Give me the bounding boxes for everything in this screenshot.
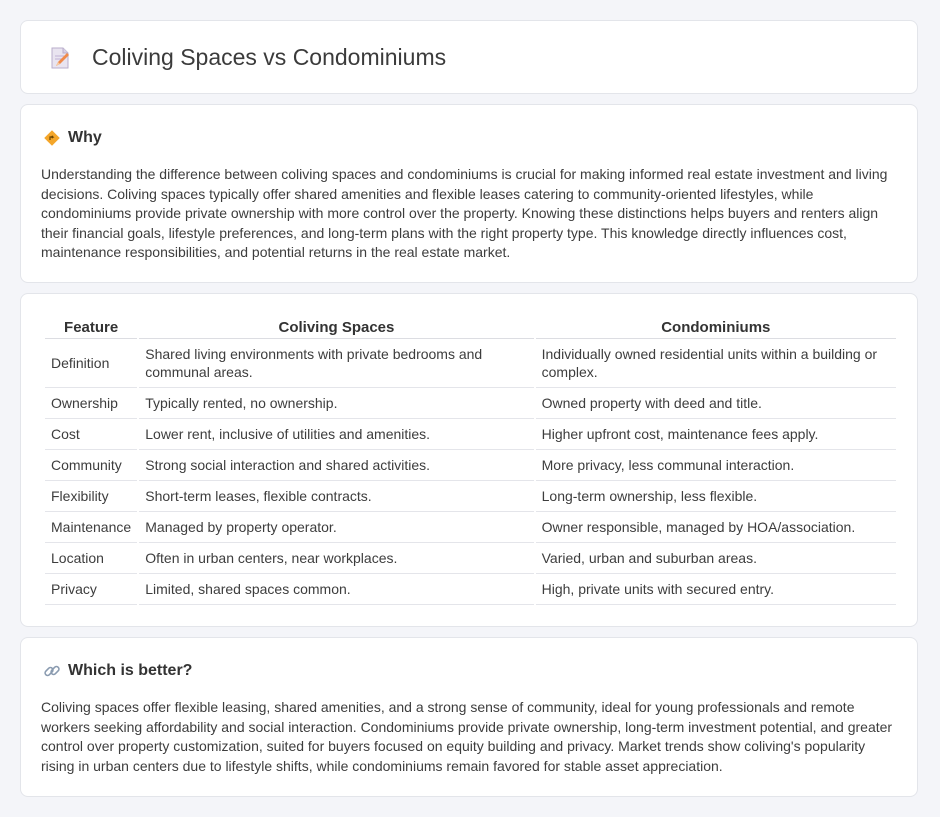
better-heading-row: Which is better? bbox=[43, 660, 192, 682]
feature-cell: Community bbox=[45, 450, 138, 481]
condo-cell: Owner responsible, managed by HOA/associ… bbox=[535, 512, 896, 543]
condo-cell: Varied, urban and suburban areas. bbox=[535, 543, 896, 574]
coliving-cell: Typically rented, no ownership. bbox=[139, 388, 534, 419]
road-sign-icon bbox=[44, 130, 60, 146]
why-heading-row: Why bbox=[43, 127, 102, 149]
coliving-cell: Strong social interaction and shared act… bbox=[139, 450, 534, 481]
why-paragraph: Understanding the difference between col… bbox=[41, 166, 888, 261]
condo-cell: Individually owned residential units wit… bbox=[535, 339, 896, 388]
feature-cell: Privacy bbox=[45, 574, 138, 605]
which-is-better-section: Which is better? Coliving spaces offer f… bbox=[20, 637, 918, 797]
coliving-cell: Short-term leases, flexible contracts. bbox=[139, 481, 534, 512]
page-title: Coliving Spaces vs Condominiums bbox=[92, 44, 447, 70]
better-heading: Which is better? bbox=[68, 662, 193, 679]
table-row: Privacy Limited, shared spaces common. H… bbox=[45, 574, 896, 605]
condo-cell: High, private units with secured entry. bbox=[535, 574, 896, 605]
coliving-cell: Managed by property operator. bbox=[139, 512, 534, 543]
why-section: Why Understanding the difference between… bbox=[20, 104, 918, 283]
table-row: Community Strong social interaction and … bbox=[45, 450, 896, 481]
coliving-cell: Often in urban centers, near workplaces. bbox=[139, 543, 534, 574]
feature-cell: Location bbox=[45, 543, 138, 574]
feature-cell: Flexibility bbox=[45, 481, 138, 512]
comparison-table: Feature Coliving Spaces Condominiums Def… bbox=[43, 316, 898, 605]
feature-cell: Definition bbox=[45, 339, 138, 388]
feature-cell: Ownership bbox=[45, 388, 138, 419]
table-row: Definition Shared living environments wi… bbox=[45, 339, 896, 388]
coliving-cell: Shared living environments with private … bbox=[139, 339, 534, 388]
why-heading: Why bbox=[68, 129, 102, 146]
better-paragraph: Coliving spaces offer flexible leasing, … bbox=[41, 699, 893, 774]
condo-cell: Long-term ownership, less flexible. bbox=[535, 481, 896, 512]
coliving-cell: Lower rent, inclusive of utilities and a… bbox=[139, 419, 534, 450]
document-pencil-icon bbox=[51, 47, 69, 69]
header-card: Coliving Spaces vs Condominiums bbox=[20, 20, 918, 94]
header-coliving: Coliving Spaces bbox=[139, 316, 534, 339]
feature-cell: Maintenance bbox=[45, 512, 138, 543]
table-row: Ownership Typically rented, no ownership… bbox=[45, 388, 896, 419]
comparison-table-card: Feature Coliving Spaces Condominiums Def… bbox=[20, 293, 918, 627]
condo-cell: Higher upfront cost, maintenance fees ap… bbox=[535, 419, 896, 450]
header-condominiums: Condominiums bbox=[535, 316, 896, 339]
table-header-row: Feature Coliving Spaces Condominiums bbox=[45, 316, 896, 339]
link-icon bbox=[44, 665, 60, 677]
table-row: Maintenance Managed by property operator… bbox=[45, 512, 896, 543]
table-row: Flexibility Short-term leases, flexible … bbox=[45, 481, 896, 512]
table-row: Location Often in urban centers, near wo… bbox=[45, 543, 896, 574]
header-feature: Feature bbox=[45, 316, 138, 339]
coliving-cell: Limited, shared spaces common. bbox=[139, 574, 534, 605]
table-row: Cost Lower rent, inclusive of utilities … bbox=[45, 419, 896, 450]
condo-cell: Owned property with deed and title. bbox=[535, 388, 896, 419]
condo-cell: More privacy, less communal interaction. bbox=[535, 450, 896, 481]
feature-cell: Cost bbox=[45, 419, 138, 450]
